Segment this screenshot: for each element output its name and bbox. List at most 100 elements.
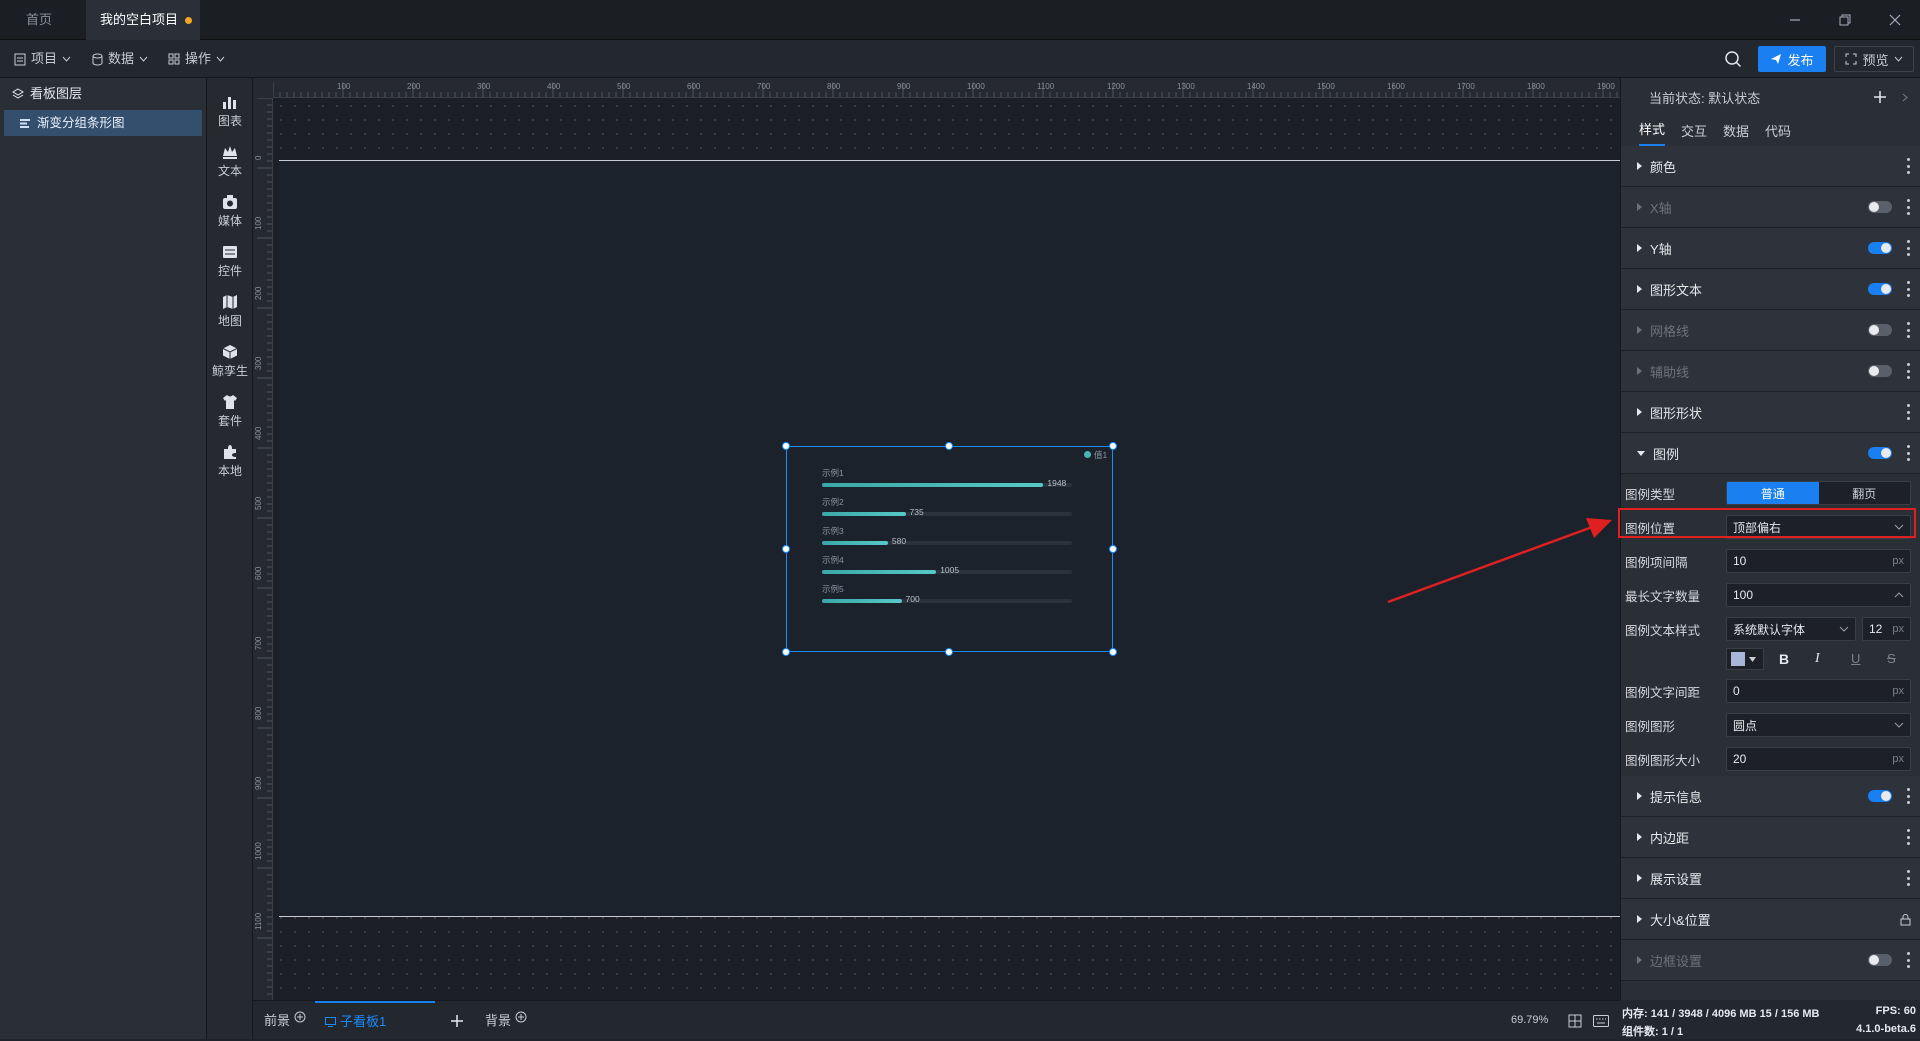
section-sections_top-2[interactable]: Y轴	[1621, 228, 1920, 269]
section-sections_bottom-4[interactable]: 边框设置	[1621, 940, 1920, 981]
tab-home[interactable]: 首页	[12, 0, 76, 40]
section-sections_top-5[interactable]: 辅助线	[1621, 351, 1920, 392]
section-sections_bottom-0[interactable]: 提示信息	[1621, 776, 1920, 817]
text-spacing-input[interactable]: 0 px	[1726, 679, 1911, 703]
legend-type-normal[interactable]: 普通	[1727, 482, 1819, 504]
section-toggle[interactable]	[1868, 283, 1892, 295]
tab-data[interactable]: 数据	[1723, 121, 1749, 146]
legend-spacing-input[interactable]: 10 px	[1726, 549, 1911, 573]
more-icon[interactable]	[1906, 870, 1910, 886]
section-toggle[interactable]	[1868, 242, 1892, 254]
tab-background[interactable]: 背景	[485, 1001, 527, 1040]
max-text-input[interactable]: 100	[1726, 583, 1911, 607]
resize-handle-s[interactable]	[945, 648, 953, 656]
section-sections_bottom-2[interactable]: 展示设置	[1621, 858, 1920, 899]
tab-interaction[interactable]: 交互	[1681, 121, 1707, 146]
font-family-select[interactable]: 系统默认字体	[1726, 617, 1856, 641]
more-icon[interactable]	[1906, 158, 1910, 174]
more-icon[interactable]	[1906, 322, 1910, 338]
section-sections_top-1[interactable]: X轴	[1621, 187, 1920, 228]
cube-icon	[222, 344, 238, 359]
legend-toggle[interactable]	[1868, 447, 1892, 459]
section-sections_bottom-1[interactable]: 内边距	[1621, 817, 1920, 858]
component-chart[interactable]: 图表	[207, 86, 253, 136]
lock-icon[interactable]	[1900, 913, 1911, 926]
menu-operation[interactable]: 操作	[168, 40, 225, 78]
tab-foreground[interactable]: 前景	[264, 1001, 306, 1040]
shape-size-input[interactable]: 20 px	[1726, 747, 1911, 771]
section-sections_top-0[interactable]: 颜色	[1621, 146, 1920, 187]
resize-handle-w[interactable]	[782, 545, 790, 553]
legend-shape-select[interactable]: 圆点	[1726, 713, 1911, 737]
component-twin-label: 鲸孪生	[211, 363, 248, 378]
ruler-left[interactable]: 0 100 200 300 400 500 600 700 800 900 1000 1100	[253, 98, 273, 1000]
add-board-button[interactable]	[451, 1001, 463, 1040]
ruler-top[interactable]: 100 200 300 400 500 600 700 800 900 1000 1100 1200 1…	[273, 78, 1620, 98]
more-icon[interactable]	[1906, 404, 1910, 420]
resize-handle-sw[interactable]	[782, 648, 790, 656]
plus-icon[interactable]	[1874, 91, 1886, 103]
publish-button[interactable]: 发布	[1758, 46, 1826, 72]
fit-screen-icon[interactable]	[1568, 1001, 1582, 1040]
italic-icon[interactable]: I	[1815, 651, 1820, 667]
section-legend[interactable]: 图例	[1621, 433, 1920, 474]
chevron-right-icon[interactable]	[1902, 93, 1908, 102]
chevron-up-icon[interactable]	[1894, 592, 1904, 598]
section-toggle[interactable]	[1868, 790, 1892, 802]
restore-icon[interactable]	[1835, 10, 1855, 30]
close-icon[interactable]	[1885, 10, 1905, 30]
menu-data[interactable]: 数据	[92, 40, 148, 78]
font-size-input[interactable]: 12 px	[1862, 617, 1911, 641]
section-sections_bottom-3[interactable]: 大小&位置	[1621, 899, 1920, 940]
section-toggle[interactable]	[1868, 954, 1892, 966]
strikethrough-icon[interactable]: S	[1887, 651, 1896, 666]
section-toggle[interactable]	[1868, 201, 1892, 213]
resize-handle-nw[interactable]	[782, 442, 790, 450]
layer-item[interactable]: 渐变分组条形图	[4, 110, 202, 136]
component-text[interactable]: 文本	[207, 136, 253, 186]
tab-style[interactable]: 样式	[1639, 119, 1666, 146]
more-icon[interactable]	[1906, 788, 1910, 804]
more-icon[interactable]	[1906, 829, 1910, 845]
more-icon[interactable]	[1906, 363, 1910, 379]
search-icon[interactable]	[1724, 50, 1742, 68]
section-sections_top-4[interactable]: 网格线	[1621, 310, 1920, 351]
prop-legend-spacing: 图例项间隔 10 px	[1621, 544, 1920, 578]
resize-handle-n[interactable]	[945, 442, 953, 450]
underline-icon[interactable]: U	[1851, 651, 1860, 666]
resize-handle-ne[interactable]	[1109, 442, 1117, 450]
component-map[interactable]: 地图	[207, 286, 253, 336]
component-kit[interactable]: 套件	[207, 386, 253, 436]
more-icon[interactable]	[1906, 445, 1910, 461]
bar-chart-widget[interactable]: 值1 示例1 1948 示例2 735 示例3 580 示例4 1005 示例5 700	[786, 446, 1113, 652]
input-value: 0	[1733, 684, 1740, 698]
more-icon[interactable]	[1906, 240, 1910, 256]
tab-project[interactable]: 我的空白项目	[86, 0, 200, 40]
more-icon[interactable]	[1906, 199, 1910, 215]
component-control[interactable]: 控件	[207, 236, 253, 286]
add-circle-icon[interactable]	[515, 1011, 527, 1023]
section-sections_top-3[interactable]: 图形文本	[1621, 269, 1920, 310]
more-icon[interactable]	[1906, 281, 1910, 297]
keyboard-icon[interactable]	[1593, 1001, 1609, 1040]
section-toggle[interactable]	[1868, 365, 1892, 377]
resize-handle-e[interactable]	[1109, 545, 1117, 553]
preview-button[interactable]: 预览	[1834, 46, 1914, 72]
minimize-icon[interactable]	[1785, 10, 1805, 30]
add-circle-icon[interactable]	[294, 1011, 306, 1023]
legend-type-paged[interactable]: 翻页	[1818, 482, 1910, 504]
section-sections_top-6[interactable]: 图形形状	[1621, 392, 1920, 433]
tab-code[interactable]: 代码	[1765, 121, 1791, 146]
menu-project[interactable]: 项目	[14, 40, 71, 78]
component-media[interactable]: 媒体	[207, 186, 253, 236]
text-color-picker[interactable]	[1726, 648, 1764, 670]
resize-handle-se[interactable]	[1109, 648, 1117, 656]
bold-icon[interactable]: B	[1779, 651, 1789, 667]
collapsed-icon	[1637, 203, 1642, 211]
tab-sub-board[interactable]: 子看板1	[315, 1001, 435, 1040]
component-twin[interactable]: 鲸孪生	[207, 336, 253, 386]
component-local[interactable]: 本地	[207, 436, 253, 486]
zoom-level[interactable]: 69.79%	[1511, 1001, 1548, 1040]
more-icon[interactable]	[1906, 952, 1910, 968]
section-toggle[interactable]	[1868, 324, 1892, 336]
